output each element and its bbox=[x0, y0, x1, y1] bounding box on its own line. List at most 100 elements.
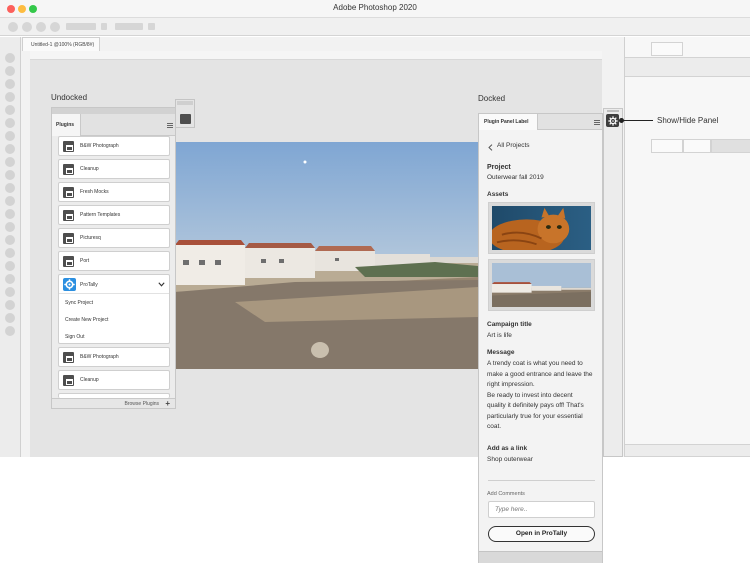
docked-panel: Plugin Panel Label All Projects Project … bbox=[478, 113, 603, 563]
right-panels bbox=[624, 37, 750, 457]
tool-button[interactable] bbox=[5, 66, 15, 76]
hamburger-icon[interactable] bbox=[167, 123, 173, 128]
camera-icon bbox=[63, 210, 74, 221]
plugin-item[interactable]: B&W Photograph bbox=[58, 136, 170, 156]
hamburger-icon[interactable] bbox=[594, 120, 600, 125]
sync-project-action[interactable]: Sync Project bbox=[65, 300, 93, 306]
options-tool-button[interactable] bbox=[50, 22, 60, 32]
project-name: Outerwear fall 2019 bbox=[487, 174, 544, 181]
plugin-item-label: Cleanup bbox=[80, 166, 99, 172]
tool-button[interactable] bbox=[5, 157, 15, 167]
tool-button[interactable] bbox=[5, 131, 15, 141]
add-plugin-button[interactable]: + bbox=[165, 399, 170, 408]
message-body: A trendy coat is what you need to make a… bbox=[487, 359, 599, 433]
browse-plugins-link[interactable]: Browse Plugins bbox=[125, 401, 159, 407]
plugin-item-label: Picturesq bbox=[80, 235, 101, 241]
open-in-protally-button[interactable]: Open in ProTally bbox=[488, 526, 595, 542]
tool-button[interactable] bbox=[5, 209, 15, 219]
cat-image bbox=[492, 206, 591, 250]
tab-plugins[interactable]: Plugins bbox=[52, 114, 81, 136]
plugin-item-expanded: ProTally Sync Project Create New Project… bbox=[58, 274, 170, 344]
tools-panel bbox=[0, 37, 21, 457]
plugin-item-label: Pattern Templates bbox=[80, 212, 121, 218]
tool-button[interactable] bbox=[5, 92, 15, 102]
gear-icon bbox=[63, 278, 76, 291]
docked-tab-bar: Plugin Panel Label bbox=[479, 114, 602, 130]
protally-label: ProTally bbox=[80, 282, 98, 288]
tool-button[interactable] bbox=[5, 248, 15, 258]
options-tool-button[interactable] bbox=[22, 22, 32, 32]
shop-outerwear-link[interactable]: Shop outerwear bbox=[487, 455, 533, 466]
panel-footer: Browse Plugins + bbox=[52, 398, 175, 408]
plugin-item-label: Cleanup bbox=[80, 377, 99, 383]
plugin-item[interactable]: B&W Photograph bbox=[58, 347, 170, 367]
plugin-item[interactable]: Picturesq bbox=[58, 228, 170, 248]
right-panel-tab[interactable] bbox=[711, 139, 750, 153]
options-field[interactable] bbox=[101, 23, 107, 30]
create-new-project-action[interactable]: Create New Project bbox=[65, 317, 108, 323]
tool-button[interactable] bbox=[5, 235, 15, 245]
tool-button[interactable] bbox=[5, 170, 15, 180]
tool-button[interactable] bbox=[5, 261, 15, 271]
plugin-item-label: B&W Photograph bbox=[80, 354, 119, 360]
plugin-item[interactable]: Cleanup bbox=[58, 370, 170, 390]
message-line: right impression. bbox=[487, 381, 535, 388]
plugin-item[interactable]: Cleanup bbox=[58, 159, 170, 179]
comment-input[interactable]: Type here.. bbox=[488, 501, 595, 518]
tool-button[interactable] bbox=[5, 79, 15, 89]
docked-panel-footer bbox=[479, 551, 602, 563]
right-panel-tab[interactable] bbox=[683, 139, 711, 153]
tool-button[interactable] bbox=[5, 222, 15, 232]
dock-strip-grip bbox=[607, 110, 619, 112]
tool-button[interactable] bbox=[5, 287, 15, 297]
options-tool-button[interactable] bbox=[36, 22, 46, 32]
back-label: All Projects bbox=[497, 142, 530, 149]
message-line: A trendy coat is what you need to bbox=[487, 360, 583, 367]
options-field[interactable] bbox=[115, 23, 143, 30]
protally-header[interactable]: ProTally bbox=[59, 275, 169, 294]
title-bar: Adobe Photoshop 2020 bbox=[0, 0, 750, 18]
canvas-photo bbox=[175, 142, 478, 369]
plugin-item[interactable]: Fresh Mocks bbox=[58, 182, 170, 202]
screen: Adobe Photoshop 2020 Untitled-1 @100% (R… bbox=[0, 0, 750, 563]
right-panel-tab[interactable] bbox=[651, 42, 683, 56]
camera-icon bbox=[63, 256, 74, 267]
tool-button[interactable] bbox=[5, 53, 15, 63]
show-hide-panel-button[interactable] bbox=[606, 114, 619, 127]
tool-button[interactable] bbox=[5, 183, 15, 193]
tool-button[interactable] bbox=[5, 274, 15, 284]
camera-icon bbox=[63, 352, 74, 363]
tool-button[interactable] bbox=[5, 196, 15, 206]
asset-thumbnail-cat[interactable] bbox=[488, 202, 595, 254]
chevron-left-icon bbox=[488, 144, 493, 151]
tool-button[interactable] bbox=[5, 144, 15, 154]
plugin-item[interactable]: Pattern Templates bbox=[58, 205, 170, 225]
asset-thumbnail-coast[interactable] bbox=[488, 259, 595, 311]
campaign-heading: Campaign title bbox=[487, 321, 532, 328]
options-field[interactable] bbox=[148, 23, 155, 30]
tool-button[interactable] bbox=[5, 118, 15, 128]
coastline-image bbox=[492, 263, 591, 307]
right-panel-tab[interactable] bbox=[651, 139, 683, 153]
undocked-label: Undocked bbox=[51, 93, 88, 102]
sign-out-action[interactable]: Sign Out bbox=[65, 334, 84, 340]
camera-icon bbox=[63, 187, 74, 198]
tool-button[interactable] bbox=[5, 300, 15, 310]
options-tool-button[interactable] bbox=[8, 22, 18, 32]
panel-tab-bar: Plugins bbox=[52, 114, 175, 136]
tab-plugin-panel[interactable]: Plugin Panel Label bbox=[479, 114, 538, 130]
plugin-item[interactable]: Port bbox=[58, 251, 170, 271]
message-line: particularly true for your essential bbox=[487, 412, 583, 420]
tool-button[interactable] bbox=[5, 105, 15, 115]
plugin-item-label: Port bbox=[80, 258, 90, 264]
chevron-down-icon[interactable] bbox=[158, 282, 165, 287]
tool-button[interactable] bbox=[5, 313, 15, 323]
tool-button[interactable] bbox=[5, 326, 15, 336]
document-tab[interactable]: Untitled-1 @100% (RGB/8#) bbox=[22, 37, 100, 51]
gear-icon bbox=[607, 115, 618, 126]
callout-line bbox=[621, 120, 653, 121]
options-field[interactable] bbox=[66, 23, 96, 30]
floating-plugin-toggle[interactable] bbox=[175, 99, 195, 128]
project-heading: Project bbox=[487, 164, 511, 171]
right-panel-header bbox=[625, 57, 750, 77]
